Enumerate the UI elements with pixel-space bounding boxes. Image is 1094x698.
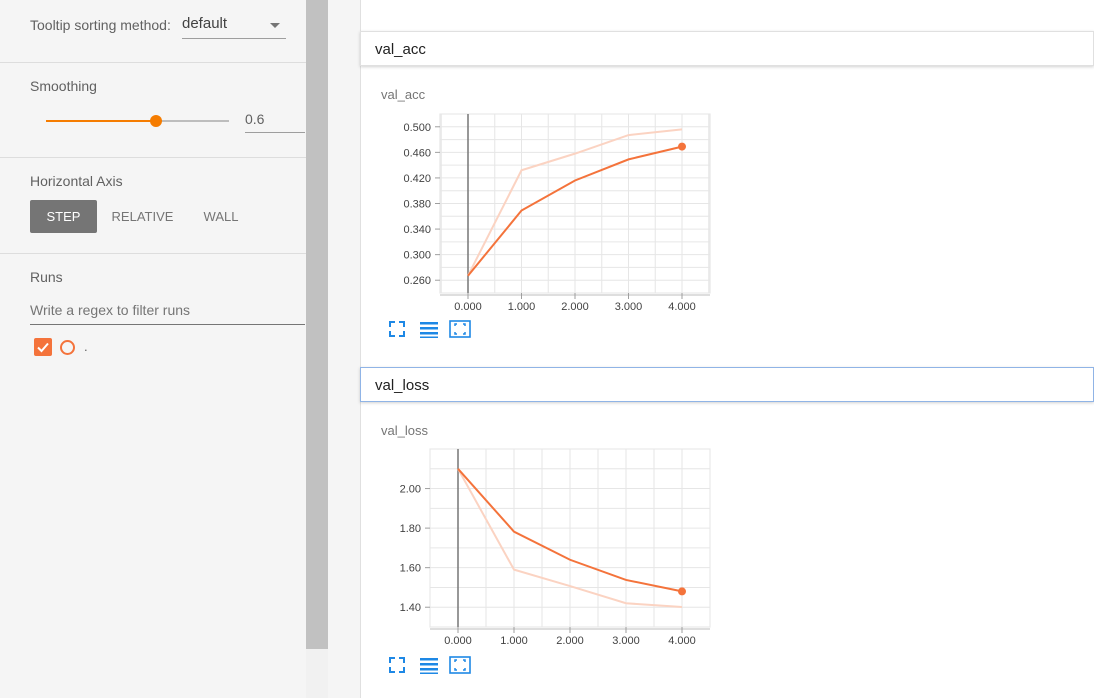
- smoothing-value: 0.6: [245, 111, 265, 127]
- run-name: .: [84, 339, 88, 354]
- x-tick-label: 1.000: [500, 635, 528, 647]
- fullscreen-icon[interactable]: [386, 654, 408, 676]
- horizontal-axis-label: Horizontal Axis: [30, 173, 123, 189]
- data-table-icon[interactable]: [418, 654, 440, 676]
- x-tick-label: 2.000: [556, 635, 584, 647]
- tooltip-sorting-dropdown[interactable]: default: [182, 14, 286, 39]
- axis-relative-button[interactable]: RELATIVE: [106, 200, 179, 233]
- runs-filter-placeholder: Write a regex to filter runs: [30, 302, 191, 318]
- smoothing-input[interactable]: 0.6: [245, 108, 305, 133]
- run-color-circle[interactable]: [60, 340, 75, 355]
- run-checkbox[interactable]: [34, 338, 52, 356]
- divider: [0, 62, 306, 63]
- runs-filter-input[interactable]: Write a regex to filter runs: [30, 298, 305, 325]
- divider: [0, 253, 306, 254]
- sidebar-scrollbar[interactable]: [306, 0, 328, 698]
- y-tick-label: 1.40: [400, 602, 421, 614]
- sidebar: Tooltip sorting method: default Smoothin…: [0, 0, 306, 698]
- divider: [0, 157, 306, 158]
- x-tick-label: 4.000: [668, 635, 696, 647]
- y-tick-label: 1.80: [400, 523, 421, 535]
- checkmark-icon: [37, 342, 49, 353]
- val-loss-chart[interactable]: 0.000 1.000 2.000 3.000 4.000 2.00 1.80 1.60 1.4…: [328, 0, 1094, 698]
- smoothing-slider-fill: [46, 120, 156, 122]
- axis-wall-button[interactable]: WALL: [196, 200, 246, 233]
- series-last-point: [678, 587, 686, 596]
- main-panel: val_acc val_acc 0.000 1.000 2.000 3.000 4.00…: [328, 0, 1094, 698]
- runs-label: Runs: [30, 269, 63, 285]
- smoothing-slider-thumb[interactable]: [149, 115, 162, 127]
- smoothing-slider[interactable]: [46, 115, 229, 127]
- scrollbar-thumb[interactable]: [306, 0, 328, 649]
- y-tick-label: 2.00: [400, 484, 421, 496]
- tooltip-sorting-value: default: [182, 15, 228, 32]
- smoothing-label: Smoothing: [30, 78, 97, 94]
- y-tick-label: 1.60: [400, 563, 421, 575]
- chevron-down-icon: [270, 23, 280, 28]
- tooltip-sorting-label: Tooltip sorting method:: [30, 17, 171, 33]
- axis-step-button[interactable]: STEP: [30, 200, 97, 233]
- x-tick-label: 0.000: [444, 635, 472, 647]
- x-tick-label: 3.000: [612, 635, 640, 647]
- fit-domain-icon[interactable]: [449, 654, 471, 676]
